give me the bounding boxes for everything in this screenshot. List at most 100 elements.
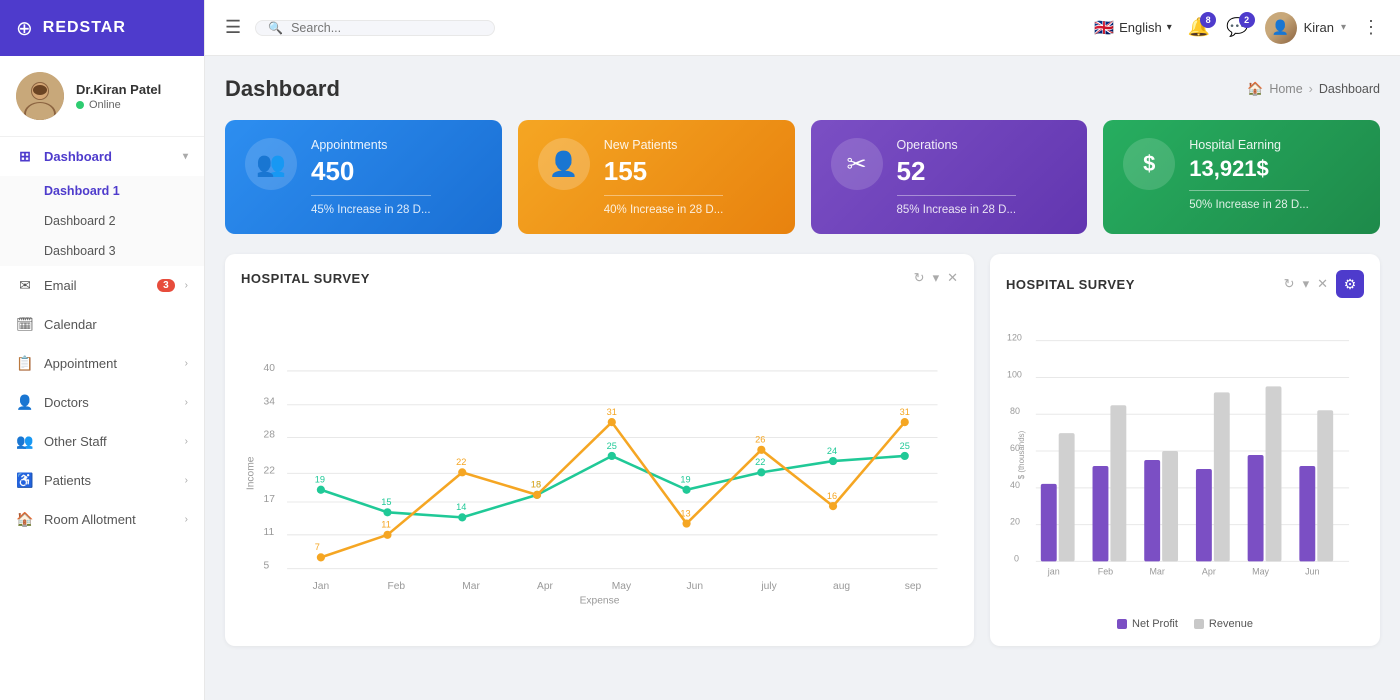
sidebar-nav: ⊞ Dashboard ▾ Dashboard 1 Dashboard 2 Da… bbox=[0, 137, 204, 700]
line-chart-wrap: .grid-line { stroke: #e8e8e8; stroke-wid… bbox=[241, 298, 958, 618]
sidebar-item-dashboard[interactable]: ⊞ Dashboard ▾ bbox=[0, 137, 204, 176]
sidebar-item-appointment-label: Appointment bbox=[44, 356, 175, 371]
user-menu-button[interactable]: 👤 Kiran ▾ bbox=[1265, 12, 1346, 44]
svg-text:Feb: Feb bbox=[1098, 566, 1113, 576]
chevron-right-icon-5: › bbox=[185, 475, 188, 486]
sidebar-item-calendar-label: Calendar bbox=[44, 317, 188, 332]
appointment-icon: 📋 bbox=[16, 355, 34, 372]
bar-chart-title: HOSPITAL SURVEY bbox=[1006, 277, 1135, 292]
chevron-right-icon-6: › bbox=[185, 514, 188, 525]
svg-text:Mar: Mar bbox=[462, 581, 480, 592]
svg-text:May: May bbox=[1252, 566, 1269, 576]
breadcrumb-current: Dashboard bbox=[1319, 82, 1380, 96]
svg-text:22: 22 bbox=[456, 457, 466, 467]
operations-info: Operations 52 85% Increase in 28 D... bbox=[897, 138, 1017, 216]
sidebar-item-dashboard3[interactable]: Dashboard 3 bbox=[0, 236, 204, 266]
sidebar-item-email-label: Email bbox=[44, 278, 147, 293]
svg-text:31: 31 bbox=[900, 407, 910, 417]
chevron-down-icon: ▾ bbox=[183, 151, 188, 162]
svg-text:11: 11 bbox=[264, 527, 275, 538]
new-patients-info: New Patients 155 40% Increase in 28 D... bbox=[604, 138, 724, 216]
svg-text:aug: aug bbox=[833, 581, 850, 592]
refresh-icon-bar[interactable]: ↻ bbox=[1284, 276, 1295, 292]
sidebar-item-patients[interactable]: ♿ Patients › bbox=[0, 461, 204, 500]
language-selector[interactable]: 🇬🇧 English ▾ bbox=[1094, 18, 1172, 38]
bar-chart-actions: ↻ ▾ ✕ ⚙ bbox=[1284, 270, 1364, 298]
operations-icon: ✂ bbox=[831, 138, 883, 190]
notifications-button[interactable]: 🔔 8 bbox=[1188, 17, 1210, 38]
messages-button[interactable]: 💬 2 bbox=[1226, 17, 1248, 38]
svg-text:24: 24 bbox=[827, 446, 837, 456]
sidebar-item-dashboard2[interactable]: Dashboard 2 bbox=[0, 206, 204, 236]
bar-chart-header: HOSPITAL SURVEY ↻ ▾ ✕ ⚙ bbox=[1006, 270, 1364, 298]
dashboard-submenu: Dashboard 1 Dashboard 2 Dashboard 3 bbox=[0, 176, 204, 266]
new-patients-sub: 40% Increase in 28 D... bbox=[604, 204, 724, 216]
sidebar-item-room-allotment-label: Room Allotment bbox=[44, 512, 175, 527]
page-title: Dashboard bbox=[225, 76, 340, 102]
new-patients-icon: 👤 bbox=[538, 138, 590, 190]
earning-sub: 50% Increase in 28 D... bbox=[1189, 199, 1309, 211]
net-profit-label: Net Profit bbox=[1132, 618, 1178, 630]
svg-text:sep: sep bbox=[905, 581, 922, 592]
sidebar-item-email[interactable]: ✉ Email 3 › bbox=[0, 266, 204, 305]
calendar-icon: 🗓 bbox=[16, 316, 34, 333]
avatar-image bbox=[16, 72, 64, 120]
patients-icon: ♿ bbox=[16, 472, 34, 489]
svg-text:19: 19 bbox=[680, 475, 690, 485]
sidebar-item-dashboard1[interactable]: Dashboard 1 bbox=[0, 176, 204, 206]
page-header: Dashboard 🏠 Home › Dashboard bbox=[225, 76, 1380, 102]
flag-icon: 🇬🇧 bbox=[1094, 18, 1114, 38]
doctors-icon: 👤 bbox=[16, 394, 34, 411]
svg-text:Jun: Jun bbox=[1305, 566, 1319, 576]
search-bar[interactable]: 🔍 bbox=[255, 20, 495, 36]
svg-text:11: 11 bbox=[381, 520, 391, 530]
sidebar-item-appointment[interactable]: 📋 Appointment › bbox=[0, 344, 204, 383]
stat-card-earning: $ Hospital Earning 13,921$ 50% Increase … bbox=[1103, 120, 1380, 234]
more-options-button[interactable]: ⋮ bbox=[1362, 17, 1380, 38]
avatar bbox=[16, 72, 64, 120]
operations-title: Operations bbox=[897, 138, 1017, 152]
earning-icon: $ bbox=[1123, 138, 1175, 190]
svg-text:Feb: Feb bbox=[387, 581, 405, 592]
settings-button[interactable]: ⚙ bbox=[1336, 270, 1364, 298]
sidebar: ⊕ REDSTAR Dr.Kiran Patel Online bbox=[0, 0, 205, 700]
svg-text:26: 26 bbox=[755, 435, 765, 445]
revenue-label: Revenue bbox=[1209, 618, 1253, 630]
svg-text:15: 15 bbox=[381, 497, 391, 507]
logo-icon: ⊕ bbox=[16, 16, 33, 41]
chevron-down-icon-bar[interactable]: ▾ bbox=[1303, 276, 1310, 292]
main-area: ☰ 🔍 🇬🇧 English ▾ 🔔 8 💬 2 👤 Kiran bbox=[205, 0, 1400, 700]
sidebar-item-room-allotment[interactable]: 🏠 Room Allotment › bbox=[0, 500, 204, 539]
bar-chart-svg: .bar-axis-label { font-size: 9px; fill: … bbox=[1006, 310, 1364, 610]
revenue-dot bbox=[1194, 619, 1204, 629]
status-text: Online bbox=[89, 99, 121, 111]
dashboard-icon: ⊞ bbox=[16, 148, 34, 165]
sidebar-item-calendar[interactable]: 🗓 Calendar bbox=[0, 305, 204, 344]
close-icon-bar[interactable]: ✕ bbox=[1317, 276, 1328, 292]
chevron-down-icon-chart[interactable]: ▾ bbox=[933, 270, 940, 286]
bar-chart-legend: Net Profit Revenue bbox=[1006, 618, 1364, 630]
close-icon-chart[interactable]: ✕ bbox=[947, 270, 958, 286]
svg-text:$ (thousands): $ (thousands) bbox=[1017, 430, 1026, 479]
header-right: 🇬🇧 English ▾ 🔔 8 💬 2 👤 Kiran ▾ ⋮ bbox=[1094, 12, 1380, 44]
hamburger-button[interactable]: ☰ bbox=[225, 17, 241, 38]
svg-text:Apr: Apr bbox=[537, 581, 554, 592]
home-icon: 🏠 bbox=[1247, 81, 1263, 97]
svg-text:100: 100 bbox=[1007, 369, 1022, 379]
earning-value: 13,921$ bbox=[1189, 156, 1309, 182]
svg-text:july: july bbox=[760, 581, 777, 592]
sidebar-item-doctors[interactable]: 👤 Doctors › bbox=[0, 383, 204, 422]
room-allotment-icon: 🏠 bbox=[16, 511, 34, 528]
sidebar-item-other-staff[interactable]: 👥 Other Staff › bbox=[0, 422, 204, 461]
stat-card-appointments: 👥 Appointments 450 45% Increase in 28 D.… bbox=[225, 120, 502, 234]
svg-text:Apr: Apr bbox=[1202, 566, 1216, 576]
user-status: Online bbox=[76, 99, 161, 111]
line-chart-header: HOSPITAL SURVEY ↻ ▾ ✕ bbox=[241, 270, 958, 286]
search-input[interactable] bbox=[291, 21, 451, 35]
svg-text:40: 40 bbox=[1010, 480, 1020, 490]
bar-chart-card: HOSPITAL SURVEY ↻ ▾ ✕ ⚙ .bar-axis-label … bbox=[990, 254, 1380, 646]
new-patients-value: 155 bbox=[604, 156, 724, 187]
email-badge: 3 bbox=[157, 279, 175, 292]
refresh-icon[interactable]: ↻ bbox=[914, 270, 925, 286]
svg-text:31: 31 bbox=[607, 407, 617, 417]
